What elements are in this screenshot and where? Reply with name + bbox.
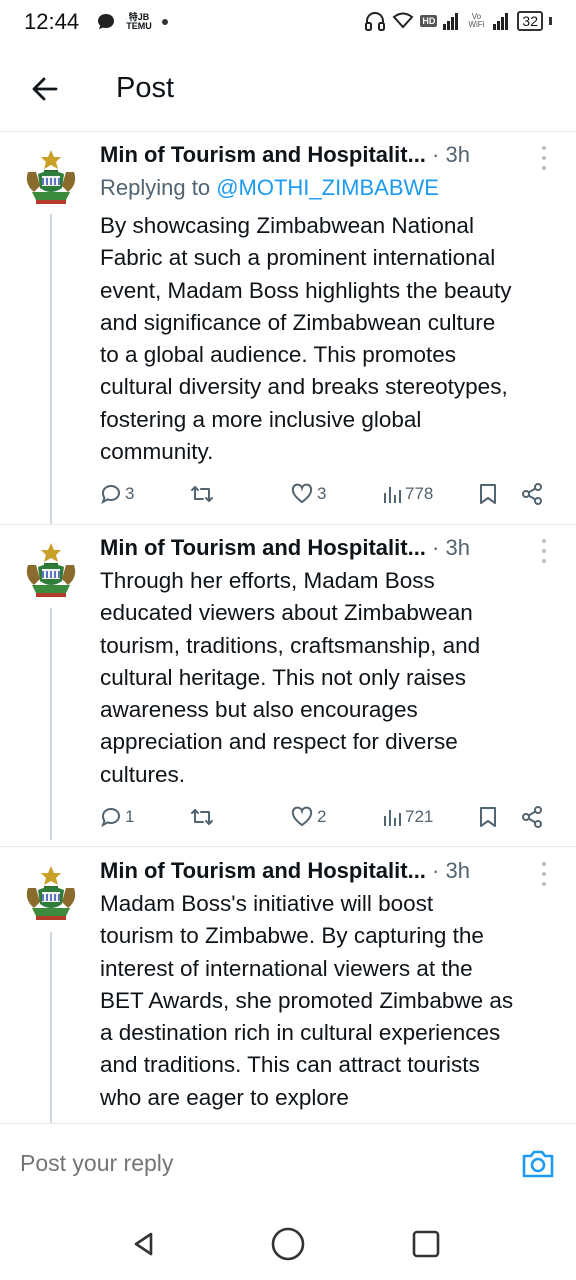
post-time: · 3h <box>425 858 470 883</box>
tweet-divider <box>0 524 576 525</box>
reply-count: 3 <box>125 484 135 503</box>
views-button[interactable]: 778 <box>382 480 433 508</box>
views-button[interactable]: 721 <box>382 803 433 831</box>
repost-icon <box>191 809 213 825</box>
heart-icon <box>291 483 313 504</box>
tweet-divider <box>0 846 576 847</box>
hd-badge: HD <box>420 15 438 27</box>
heart-icon <box>291 806 313 827</box>
page-title: Post <box>116 72 175 104</box>
status-bar: 12:44 特JB TEMU HD Vo WiFi 32 <box>0 0 576 46</box>
thread-line <box>50 214 52 524</box>
like-count: 3 <box>317 484 327 503</box>
nav-home-button[interactable] <box>268 1224 308 1264</box>
reply-handle-link[interactable]: @MOTHI_ZIMBABWE <box>216 175 439 200</box>
arrow-left-icon <box>32 77 58 101</box>
notification-dot-icon <box>162 19 168 25</box>
thread-line <box>50 608 52 840</box>
like-button[interactable]: 2 <box>290 803 326 831</box>
reply-icon <box>101 484 121 505</box>
tweet-text: Through her efforts, Madam Boss educated… <box>100 568 481 787</box>
views-icon <box>384 487 401 503</box>
back-button[interactable] <box>28 72 62 106</box>
more-options-icon[interactable] <box>536 539 552 563</box>
replying-to: Replying to @MOTHI_ZIMBABWE <box>100 175 439 200</box>
message-icon <box>98 14 114 29</box>
vowifi-icon: Vo WiFi <box>468 12 485 29</box>
temu-icon: 特JB TEMU <box>126 12 152 31</box>
reply-icon <box>101 807 121 828</box>
share-icon <box>522 483 542 505</box>
author-name[interactable]: Min of Tourism and Hospitalit... <box>100 858 426 883</box>
more-options-icon[interactable] <box>536 146 552 170</box>
avatar[interactable] <box>20 146 82 208</box>
like-button[interactable]: 3 <box>290 480 326 508</box>
camera-icon <box>522 1150 554 1178</box>
tweet-text: Madam Boss's initiative will boost touri… <box>100 891 514 1110</box>
share-icon <box>522 806 542 828</box>
reply-input[interactable] <box>20 1150 480 1177</box>
reply-count: 1 <box>125 807 135 826</box>
circle-home-icon <box>271 1227 305 1261</box>
reply-button[interactable]: 1 <box>100 803 134 831</box>
repost-button[interactable] <box>190 480 217 508</box>
tweet-actions: 3 3 778 <box>100 480 550 508</box>
bookmark-icon <box>480 807 496 827</box>
avatar[interactable] <box>20 862 82 924</box>
views-icon <box>384 810 401 826</box>
reply-button[interactable]: 3 <box>100 480 134 508</box>
header-divider <box>0 131 576 132</box>
hotspot-icon <box>392 12 414 29</box>
tweet-text: By showcasing Zimbabwean National Fabric… <box>100 213 512 465</box>
top-bar: Post <box>0 56 576 126</box>
avatar[interactable] <box>20 539 82 601</box>
status-time: 12:44 <box>24 9 80 34</box>
post-time: · 3h <box>425 535 470 560</box>
system-nav-bar <box>0 1210 576 1280</box>
reply-composer <box>0 1124 576 1210</box>
nav-back-button[interactable] <box>124 1224 164 1264</box>
more-options-icon[interactable] <box>536 862 552 886</box>
share-button[interactable] <box>520 803 544 831</box>
like-count: 2 <box>317 807 327 826</box>
signal-icon-2 <box>493 13 509 30</box>
tweet-actions: 1 2 721 <box>100 803 550 831</box>
nav-recents-button[interactable] <box>406 1224 446 1264</box>
battery-icon: 32 <box>517 11 543 31</box>
repost-button[interactable] <box>190 803 217 831</box>
repost-icon <box>191 486 213 502</box>
bookmark-button[interactable] <box>478 803 498 831</box>
view-count: 778 <box>405 484 434 503</box>
author-name[interactable]: Min of Tourism and Hospitalit... <box>100 535 426 560</box>
bookmark-icon <box>480 484 496 504</box>
thread-line <box>50 932 52 1124</box>
camera-button[interactable] <box>520 1146 556 1182</box>
author-name[interactable]: Min of Tourism and Hospitalit... <box>100 142 426 167</box>
triangle-back-icon <box>134 1232 153 1256</box>
signal-icon <box>443 13 459 30</box>
bookmark-button[interactable] <box>478 480 498 508</box>
view-count: 721 <box>405 807 434 826</box>
share-button[interactable] <box>520 480 544 508</box>
headphones-icon <box>365 12 386 31</box>
square-recents-icon <box>412 1230 440 1258</box>
post-time: · 3h <box>425 142 470 167</box>
